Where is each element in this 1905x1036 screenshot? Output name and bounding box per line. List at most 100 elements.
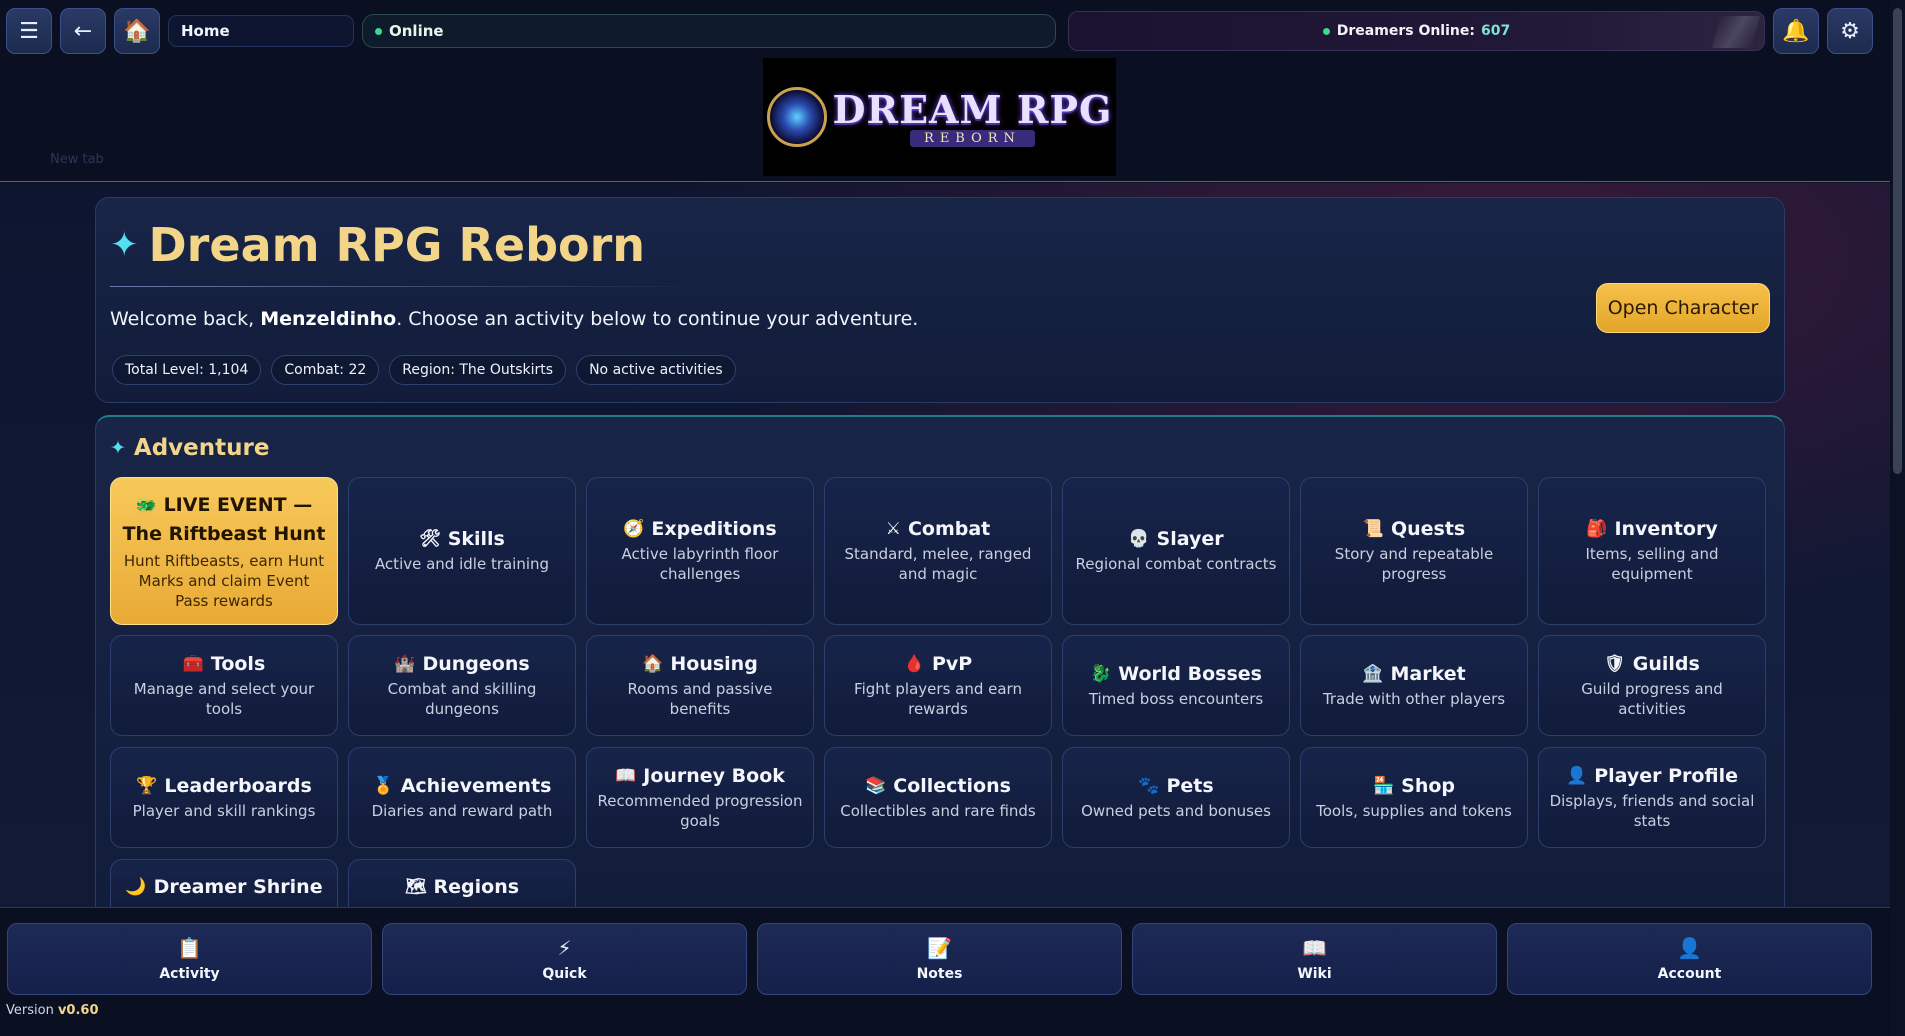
shield-icon: 🛡 (1604, 653, 1626, 674)
book-icon: 📖 (1302, 936, 1327, 960)
gear-icon[interactable]: ⚙ (1827, 8, 1873, 54)
nav-label: Wiki (1297, 966, 1332, 982)
card-title: Pets (1166, 774, 1214, 797)
logo-subtitle: REBORN (910, 130, 1035, 147)
medal-icon: 🏅 (372, 775, 394, 796)
card-expeditions[interactable]: 🧭 Expeditions Active labyrinth floor chal… (586, 477, 814, 625)
card-title: Skills (447, 528, 505, 550)
card-desc: Diaries and reward path (371, 801, 553, 820)
card-achievements[interactable]: 🏅 Achievements Diaries and reward path (348, 747, 576, 848)
bottom-nav: 📋 Activity ⚡ Quick 📝 Notes 📖 Wiki 👤 Acco… (0, 907, 1890, 1036)
card-title: Market (1390, 662, 1466, 685)
card-dungeons[interactable]: 🏰 Dungeons Combat and skilling dungeons (348, 635, 576, 736)
map-icon: 🗺 (404, 877, 427, 897)
nav-quick[interactable]: ⚡ Quick (382, 923, 747, 995)
version-label: Version (6, 1003, 54, 1018)
memo-icon: 📝 (927, 936, 952, 960)
live-event-card[interactable]: 🐲 LIVE EVENT — The Riftbeast Hunt Hunt R… (110, 477, 338, 625)
card-title: Collections (893, 774, 1011, 797)
tag-region: Region: The Outskirts (389, 355, 567, 385)
card-housing[interactable]: 🏠 Housing Rooms and passive benefits (586, 635, 814, 736)
tag-activities: No active activities (576, 355, 736, 385)
card-desc: Story and repeatable progress (1334, 545, 1494, 583)
castle-icon: 🏰 (394, 653, 416, 674)
card-collections[interactable]: 📚 Collections Collectibles and rare finds (824, 747, 1052, 848)
card-shop[interactable]: 🏪 Shop Tools, supplies and tokens (1300, 747, 1528, 848)
swords-icon: ⚔ (885, 519, 901, 539)
breadcrumb[interactable]: Home (168, 15, 354, 47)
toolbox-icon: 🧰 (182, 653, 204, 674)
nav-wiki[interactable]: 📖 Wiki (1132, 923, 1497, 995)
scrollbar-thumb[interactable] (1893, 8, 1902, 474)
section-title-adventure: ✦ Adventure (110, 435, 269, 461)
card-desc: Regional combat contracts (1075, 555, 1277, 573)
card-pvp[interactable]: 🩸 PvP Fight players and earn rewards (824, 635, 1052, 736)
card-quests[interactable]: 📜 Quests Story and repeatable progress (1300, 477, 1528, 625)
back-icon[interactable]: ← (60, 8, 106, 54)
live-event-title-line1: LIVE EVENT — (163, 493, 313, 516)
online-dot-icon (1322, 27, 1330, 35)
nav-label: Account (1657, 966, 1722, 982)
decorative-sheen (1712, 16, 1760, 48)
card-desc: Active and idle training (374, 555, 550, 573)
nav-notes[interactable]: 📝 Notes (757, 923, 1122, 995)
skull-icon: 💀 (1128, 529, 1150, 549)
card-desc: Recommended progression goals (597, 791, 803, 830)
bank-icon: 🏦 (1362, 663, 1384, 684)
card-leaderboards[interactable]: 🏆 Leaderboards Player and skill rankings (110, 747, 338, 848)
card-regions[interactable]: 🗺 Regions (348, 859, 576, 907)
bell-icon[interactable]: 🔔 (1773, 8, 1819, 54)
house-icon: 🏠 (642, 653, 664, 674)
activity-row-3: 🏆 Leaderboards Player and skill rankings … (110, 747, 1774, 848)
section-title-text: Adventure (133, 435, 270, 461)
user-icon: 👤 (1677, 936, 1702, 960)
logo-title: DREAM RPG (832, 87, 1113, 132)
tag-total-level: Total Level: 1,104 (112, 355, 262, 385)
card-title: Guilds (1632, 652, 1700, 675)
card-title: Achievements (400, 774, 552, 797)
live-event-title-line2: The Riftbeast Hunt (122, 522, 326, 545)
card-pets[interactable]: 🐾 Pets Owned pets and bonuses (1062, 747, 1290, 848)
page-title-text: Dream RPG Reborn (148, 218, 646, 272)
adventure-panel: ✦ Adventure 🐲 LIVE EVENT — The Riftbeast… (95, 415, 1785, 907)
card-dreamer-shrine[interactable]: 🌙 Dreamer Shrine (110, 859, 338, 907)
book-icon: 📖 (615, 765, 637, 786)
card-title: Expeditions (651, 518, 777, 540)
main-content: ✦ Dream RPG Reborn Welcome back, Menzeld… (0, 183, 1890, 907)
card-world-bosses[interactable]: 🐉 World Bosses Timed boss encounters (1062, 635, 1290, 736)
card-inventory[interactable]: 🎒 Inventory Items, selling and equipment (1538, 477, 1766, 625)
card-slayer[interactable]: 💀 Slayer Regional combat contracts (1062, 477, 1290, 625)
card-guilds[interactable]: 🛡 Guilds Guild progress and activities (1538, 635, 1766, 736)
card-desc: Fight players and earn rewards (854, 679, 1022, 718)
version-value: v0.60 (57, 1003, 99, 1018)
card-tools[interactable]: 🧰 Tools Manage and select your tools (110, 635, 338, 736)
card-player-profile[interactable]: 👤 Player Profile Displays, friends and so… (1538, 747, 1766, 848)
card-skills[interactable]: 🛠 Skills Active and idle training (348, 477, 576, 625)
card-title: PvP (931, 652, 973, 675)
card-title: Dungeons (422, 652, 530, 675)
top-bar: ☰ ← 🏠 Home Online Dreamers Online: 607 🔔… (0, 0, 1890, 62)
dreamers-label: Dreamers Online: (1336, 23, 1475, 39)
card-title: Quests (1390, 518, 1466, 540)
home-icon[interactable]: 🏠 (114, 8, 160, 54)
card-desc: Trade with other players (1322, 689, 1506, 708)
open-character-button[interactable]: Open Character (1596, 283, 1770, 333)
activity-row-2: 🧰 Tools Manage and select your tools 🏰 Dun… (110, 635, 1774, 736)
nav-label: Notes (916, 966, 963, 982)
nav-account[interactable]: 👤 Account (1507, 923, 1872, 995)
dragon-icon: 🐉 (1090, 663, 1112, 684)
card-title: Housing (670, 652, 758, 675)
activity-row-1: 🐲 LIVE EVENT — The Riftbeast Hunt Hunt R… (110, 477, 1774, 625)
dreamers-count: 607 (1480, 23, 1511, 39)
card-title: Regions (433, 876, 520, 898)
dragon-icon: 🐲 (135, 495, 157, 516)
version-info: Version v0.60 (6, 1003, 99, 1018)
nav-activity[interactable]: 📋 Activity (7, 923, 372, 995)
card-market[interactable]: 🏦 Market Trade with other players (1300, 635, 1528, 736)
menu-icon[interactable]: ☰ (6, 8, 52, 54)
tools-icon: 🛠 (419, 529, 441, 549)
sparkle-icon: ✦ (110, 437, 126, 459)
card-combat[interactable]: ⚔ Combat Standard, melee, ranged and magi… (824, 477, 1052, 625)
card-journey-book[interactable]: 📖 Journey Book Recommended progression go… (586, 747, 814, 848)
card-desc: Tools, supplies and tokens (1316, 801, 1512, 820)
